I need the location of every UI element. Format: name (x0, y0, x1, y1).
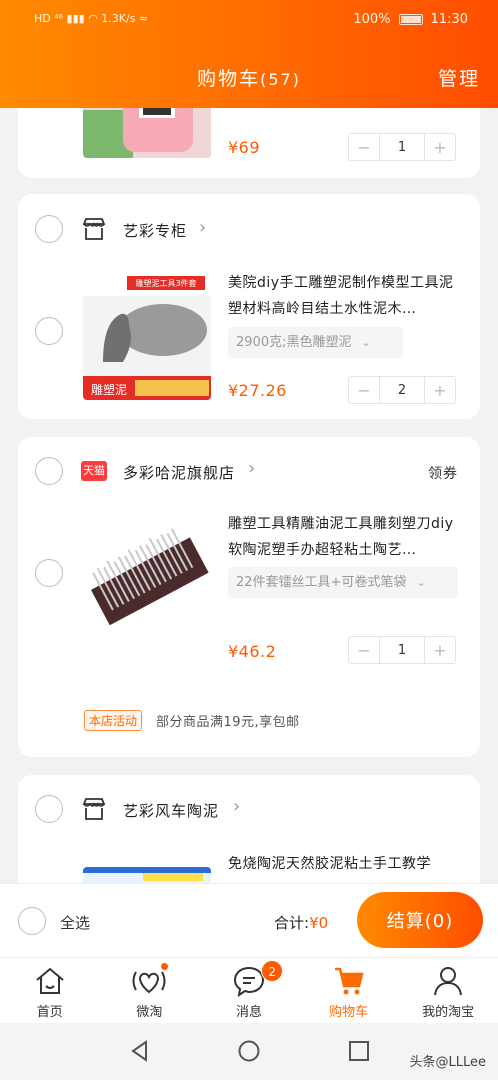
select-all-label[interactable]: 全选 (60, 912, 90, 933)
sku-selector[interactable]: 22件套镭丝工具+可卷式笔袋 ⌄ (228, 567, 458, 598)
coupon-button[interactable]: 领券 (428, 463, 458, 483)
battery-percent: 100% (353, 12, 391, 27)
chevron-down-icon: ⌄ (416, 576, 426, 589)
chevron-down-icon: ⌄ (361, 336, 371, 349)
page-title: 购物车(57) (0, 64, 498, 91)
quantity-stepper[interactable]: − 1 + (348, 636, 456, 664)
product-title[interactable]: 免烧陶泥天然胶泥粘土手工教学 (228, 851, 468, 877)
cart-card-shop-1: 艺彩专柜 › 雕塑泥工具3件套 雕塑泥 美院diy手工雕塑泥制作模型工具泥塑材料… (18, 194, 480, 419)
product-thumbnail[interactable]: 雕塑泥工具3件套 雕塑泥 (83, 272, 211, 400)
store-icon (82, 798, 106, 820)
tab-weitao[interactable]: 微淘 (100, 958, 200, 1023)
shop-name[interactable]: 多彩哈泥旗舰店 (123, 462, 235, 483)
page-title-text: 购物车 (197, 68, 261, 90)
item-checkbox[interactable] (35, 559, 63, 587)
item-price: ¥69 (228, 138, 261, 157)
clock: 11:30 (430, 12, 468, 27)
total-amount: ¥0 (309, 914, 329, 932)
tab-label: 微淘 (136, 1005, 163, 1020)
home-icon (36, 967, 64, 994)
decrease-button[interactable]: − (349, 377, 379, 403)
message-badge: 2 (261, 960, 284, 982)
increase-button[interactable]: + (425, 134, 455, 160)
status-bar-right: 100% 11:30 (353, 12, 468, 27)
back-icon[interactable] (128, 1039, 152, 1063)
increase-button[interactable]: + (425, 377, 455, 403)
app-header: HD ⁴⁶ ▮▮▮ ◠ 1.3K/s ≈ 100% 11:30 购物车(57) … (0, 0, 498, 108)
sku-selector[interactable]: 2900克;黑色雕塑泥 ⌄ (228, 327, 403, 358)
tab-my-taobao[interactable]: 我的淘宝 (398, 958, 498, 1023)
decrease-button[interactable]: − (349, 637, 379, 663)
thumb-label: 雕塑泥 (91, 382, 127, 397)
quantity-value[interactable]: 1 (379, 134, 425, 160)
tab-home[interactable]: 首页 (0, 958, 100, 1023)
tab-label: 购物车 (329, 1005, 369, 1020)
user-icon (434, 967, 463, 996)
shop-name[interactable]: 艺彩风车陶泥 (123, 800, 219, 821)
tab-messages[interactable]: 2 消息 (199, 958, 299, 1023)
quantity-value[interactable]: 2 (379, 377, 425, 403)
cart-icon (334, 967, 364, 995)
decrease-button[interactable]: − (349, 134, 379, 160)
promo-tag: 本店活动 (84, 710, 143, 731)
shop-checkbox[interactable] (35, 457, 63, 485)
checkout-bar: 全选 合计:¥0 结算(0) (0, 883, 498, 957)
manage-button[interactable]: 管理 (438, 64, 480, 91)
cart-count: (57) (260, 70, 301, 89)
tab-cart[interactable]: 购物车 (299, 958, 399, 1023)
chevron-right-icon[interactable]: › (233, 796, 240, 817)
sku-text: 2900克;黑色雕塑泥 (236, 335, 352, 350)
tmall-badge: 天猫 (81, 461, 107, 481)
select-all-checkbox[interactable] (18, 907, 46, 935)
increase-button[interactable]: + (425, 637, 455, 663)
system-nav-bar: 头条@LLLee (0, 1023, 498, 1080)
store-icon (82, 218, 106, 240)
home-circle-icon[interactable] (237, 1039, 261, 1063)
quantity-value[interactable]: 1 (379, 637, 425, 663)
notification-dot (159, 962, 169, 971)
watermark: 头条@LLLee (409, 1055, 487, 1070)
total-price: 合计:¥0 (274, 912, 328, 933)
shop-checkbox[interactable] (35, 795, 63, 823)
item-price: ¥46.2 (228, 642, 277, 661)
bottom-tab-bar: 首页 微淘 2 消息 购物车 我的淘宝 (0, 957, 498, 1023)
shop-name[interactable]: 艺彩专柜 (123, 220, 187, 241)
tab-label: 消息 (235, 1005, 262, 1020)
chevron-right-icon[interactable]: › (248, 458, 255, 479)
shop-checkbox[interactable] (35, 215, 63, 243)
checkout-button[interactable]: 结算(0) (357, 892, 483, 948)
status-bar-left: HD ⁴⁶ ▮▮▮ ◠ 1.3K/s ≈ (34, 12, 149, 25)
item-checkbox[interactable] (35, 317, 63, 345)
quantity-stepper[interactable]: − 2 + (348, 376, 456, 404)
product-title[interactable]: 雕塑工具精雕油泥工具雕刻塑刀diy软陶泥塑手办超轻粘土陶艺… (228, 511, 460, 563)
thumb-banner: 雕塑泥工具3件套 (135, 278, 196, 288)
chevron-right-icon[interactable]: › (199, 217, 206, 238)
recents-icon[interactable] (347, 1039, 371, 1063)
tab-label: 我的淘宝 (422, 1005, 475, 1020)
sku-text: 22件套镭丝工具+可卷式笔袋 (236, 575, 407, 590)
promo-text[interactable]: 部分商品满19元,享包邮 (156, 711, 300, 730)
product-thumbnail[interactable] (83, 512, 211, 640)
tab-label: 首页 (36, 1005, 63, 1020)
cart-card-shop-2: 天猫 多彩哈泥旗舰店 › 领券 雕塑工具精雕油泥工具雕刻塑刀diy软陶泥塑手办超… (18, 437, 480, 757)
product-title[interactable]: 美院diy手工雕塑泥制作模型工具泥塑材料高岭目结土水性泥木… (228, 270, 460, 322)
battery-icon (398, 14, 423, 25)
item-price: ¥27.26 (228, 381, 287, 400)
quantity-stepper[interactable]: − 1 + (348, 133, 456, 161)
total-label: 合计: (274, 914, 310, 932)
